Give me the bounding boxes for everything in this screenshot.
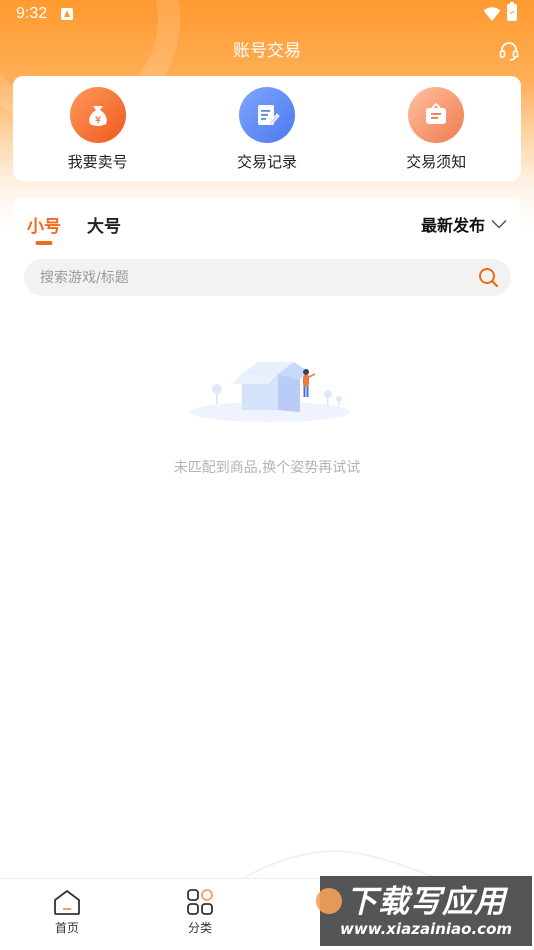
account-size-tabs: 小号 大号 bbox=[27, 212, 121, 237]
sell-account-button[interactable]: ¥ 我要卖号 bbox=[23, 76, 173, 172]
notification-icon bbox=[61, 8, 73, 20]
search-icon[interactable] bbox=[478, 267, 499, 288]
account-list-panel: 小号 大号 最新发布 未匹配到商品,换个姿势再试试 bbox=[13, 198, 521, 878]
trade-records-button[interactable]: 交易记录 bbox=[192, 76, 342, 172]
wifi-icon bbox=[483, 7, 501, 21]
quick-actions-card: ¥ 我要卖号 交易记录 交易须知 bbox=[13, 76, 521, 181]
sell-account-label: 我要卖号 bbox=[67, 153, 128, 171]
tab-large-account[interactable]: 大号 bbox=[87, 212, 121, 237]
search-input[interactable] bbox=[40, 259, 460, 296]
empty-box-icon bbox=[190, 362, 350, 422]
decorative-wave bbox=[240, 850, 440, 880]
money-bag-icon: ¥ bbox=[69, 87, 126, 143]
empty-state-message: 未匹配到商品,换个姿势再试试 bbox=[173, 460, 361, 476]
trade-notice-button[interactable]: 交易须知 bbox=[361, 76, 511, 172]
search-bar bbox=[24, 259, 511, 296]
home-icon bbox=[54, 890, 80, 915]
sort-dropdown[interactable]: 最新发布 bbox=[421, 212, 507, 236]
nav-trade-icon bbox=[316, 888, 342, 914]
nav-home-label: 首页 bbox=[54, 921, 79, 935]
title-bar: 账号交易 bbox=[0, 36, 534, 66]
watermark-url: www.xiazainiao.com bbox=[339, 920, 513, 938]
notice-board-icon bbox=[408, 87, 465, 143]
page-title: 账号交易 bbox=[233, 41, 301, 61]
trade-records-label: 交易记录 bbox=[236, 153, 297, 171]
status-time: 9:32 bbox=[16, 5, 48, 22]
nav-home[interactable]: 首页 bbox=[27, 887, 107, 936]
watermark-overlay: 下载写应用 www.xiazainiao.com bbox=[316, 876, 532, 946]
battery-icon bbox=[507, 2, 517, 21]
headset-icon[interactable] bbox=[498, 40, 520, 62]
chevron-down-icon bbox=[491, 219, 507, 229]
svg-text:¥: ¥ bbox=[94, 115, 100, 126]
sort-label: 最新发布 bbox=[420, 216, 485, 235]
status-bar: 9:32 bbox=[0, 0, 534, 28]
category-grid-icon bbox=[187, 889, 213, 915]
trade-notice-label: 交易须知 bbox=[406, 153, 467, 171]
nav-category-label: 分类 bbox=[187, 921, 212, 935]
nav-category[interactable]: 分类 bbox=[160, 887, 240, 936]
watermark-title: 下载写应用 bbox=[346, 884, 506, 920]
tab-small-account[interactable]: 小号 bbox=[27, 212, 61, 237]
document-edit-icon bbox=[238, 87, 295, 143]
